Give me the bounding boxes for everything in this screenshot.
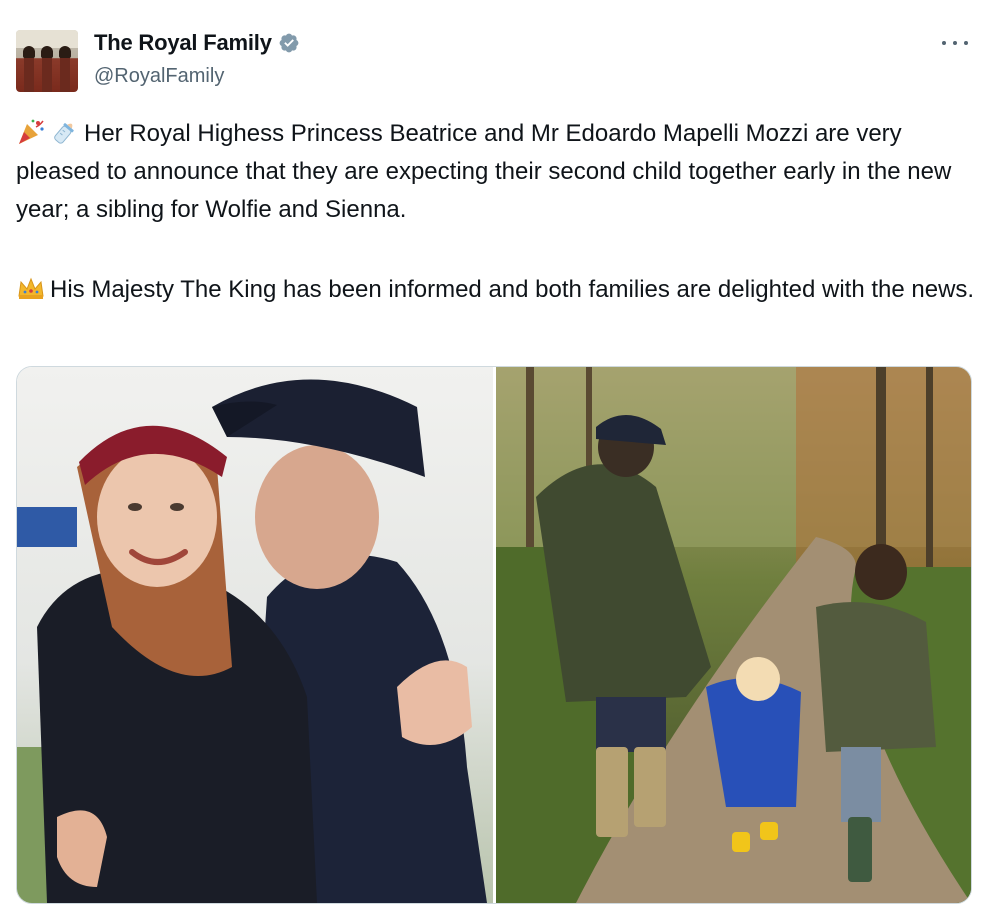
crown-icon <box>18 277 44 299</box>
avatar-guard <box>42 52 52 92</box>
avatar-guard <box>24 52 34 92</box>
tweet-paragraph-1: Her Royal Highess Princess Beatrice and … <box>16 115 976 229</box>
name-row: The Royal Family <box>94 30 300 56</box>
display-name[interactable]: The Royal Family <box>94 30 272 56</box>
avatar-guard-hat <box>23 46 35 58</box>
avatar-guard <box>60 52 70 92</box>
more-options-icon[interactable] <box>942 36 968 50</box>
tweet-text-2: His Majesty The King has been informed a… <box>50 276 975 303</box>
party-popper-icon <box>19 119 44 144</box>
avatar-guard-hat <box>41 46 53 58</box>
avatar-guard-hat <box>59 46 71 58</box>
verified-badge-icon <box>279 33 299 53</box>
couple-embracing-photo[interactable] <box>17 367 493 903</box>
baby-bottle-icon <box>54 123 74 144</box>
family-walking-in-woods-photo[interactable] <box>496 367 971 903</box>
tweet-text-1: Her Royal Highess Princess Beatrice and … <box>16 120 952 223</box>
tweet-paragraph-2: His Majesty The King has been informed a… <box>16 271 976 309</box>
tweet: The Royal Family @RoyalFamily Her Royal <box>0 0 999 905</box>
avatar[interactable] <box>16 30 78 92</box>
media-grid <box>16 366 972 904</box>
account-handle[interactable]: @RoyalFamily <box>94 65 224 88</box>
